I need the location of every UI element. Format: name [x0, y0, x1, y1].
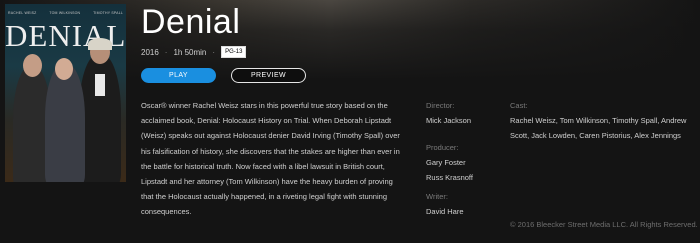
separator-dot: · [164, 47, 168, 57]
movie-year: 2016 [141, 47, 159, 57]
separator-dot: · [212, 47, 216, 57]
producer-label: Producer: [426, 143, 459, 152]
rating-badge: PG-13 [221, 46, 247, 58]
poster-wig [88, 38, 112, 50]
poster-figure [45, 64, 85, 182]
movie-description: Oscar® winner Rachel Weisz stars in this… [141, 101, 400, 217]
poster-face [23, 54, 42, 77]
producer-section: Producer: Gary Foster Russ Krasnoff [426, 140, 473, 186]
producer-name: Gary Foster [426, 158, 466, 168]
copyright-notice: © 2016 Bleecker Street Media LLC. All Ri… [510, 220, 698, 229]
writer-section: Writer: David Hare [426, 189, 464, 219]
preview-button[interactable]: PREVIEW [231, 68, 306, 83]
poster-collar [95, 74, 105, 96]
writer-label: Writer: [426, 192, 448, 201]
movie-poster[interactable]: RACHEL WEISZ TOM WILKINSON TIMOTHY SPALL… [5, 4, 126, 182]
cast-label: Cast: [510, 101, 528, 110]
producer-name: Russ Krasnoff [426, 173, 473, 183]
movie-duration: 1h 50min [173, 47, 207, 57]
director-name: Mick Jackson [426, 116, 472, 126]
poster-face [55, 58, 73, 80]
director-label: Director: [426, 101, 455, 110]
cast-section: Cast: Rachel Weisz, Tom Wilkinson, Timot… [510, 98, 695, 144]
page-title: Denial [141, 3, 241, 41]
movie-meta: 2016 · 1h 50min · PG-13 [141, 45, 247, 59]
poster-name: TOM WILKINSON [49, 11, 81, 15]
director-section: Director: Mick Jackson [426, 98, 471, 128]
poster-name: RACHEL WEISZ [8, 11, 37, 15]
play-button[interactable]: PLAY [141, 68, 216, 83]
poster-cast-names: RACHEL WEISZ TOM WILKINSON TIMOTHY SPALL [8, 11, 123, 15]
poster-name: TIMOTHY SPALL [93, 11, 123, 15]
writer-name: David Hare [426, 207, 464, 217]
cast-list: Rachel Weisz, Tom Wilkinson, Timothy Spa… [510, 116, 687, 141]
